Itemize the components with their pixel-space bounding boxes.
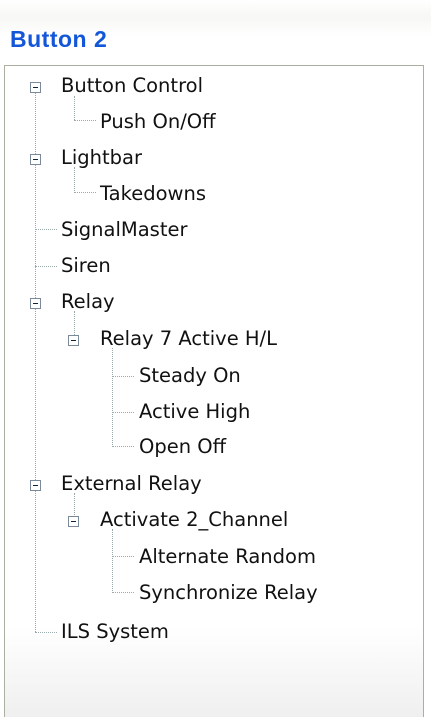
- tree-item-label: Siren: [61, 254, 111, 277]
- tree-item-relay7[interactable]: Relay 7 Active H/L: [5, 321, 405, 357]
- panel-title: Button 2: [10, 26, 108, 52]
- tree-item-label: Button Control: [61, 74, 204, 97]
- collapse-toggle-icon[interactable]: [30, 154, 41, 165]
- tree-item-button-control[interactable]: Button Control: [5, 68, 405, 104]
- tree-item-label: Relay: [61, 290, 115, 313]
- tree-item-label: External Relay: [61, 472, 202, 495]
- tree-item-label: Push On/Off: [100, 110, 216, 133]
- tree-item-label: Steady On: [139, 364, 241, 387]
- tree-item-label: Takedowns: [100, 182, 207, 205]
- tree-item-label: Open Off: [139, 435, 227, 458]
- collapse-toggle-icon[interactable]: [68, 335, 79, 346]
- tree-item-label: Active High: [139, 400, 251, 423]
- tree-item-label: Lightbar: [61, 146, 143, 169]
- collapse-toggle-icon[interactable]: [30, 298, 41, 309]
- tree-item-relay[interactable]: Relay: [5, 284, 405, 320]
- tree-item-alternate-random[interactable]: Alternate Random: [5, 539, 405, 575]
- tree-item-lightbar[interactable]: Lightbar: [5, 140, 405, 176]
- tree-item-label: Synchronize Relay: [139, 581, 318, 604]
- collapse-toggle-icon[interactable]: [30, 82, 41, 93]
- tree-item-siren[interactable]: Siren: [5, 248, 405, 284]
- tree-item-signalmaster[interactable]: SignalMaster: [5, 212, 405, 248]
- tree-panel: Button Control Push On/Off Lightbar Take…: [4, 65, 424, 717]
- tree-item-takedowns[interactable]: Takedowns: [5, 176, 405, 212]
- tree-item-external-relay[interactable]: External Relay: [5, 466, 405, 502]
- tree-item-label: ILS System: [61, 620, 169, 643]
- tree-item-active-high[interactable]: Active High: [5, 394, 405, 430]
- tree-item-push-on-off[interactable]: Push On/Off: [5, 104, 405, 140]
- tree-item-label: Relay 7 Active H/L: [100, 327, 277, 350]
- collapse-toggle-icon[interactable]: [68, 516, 79, 527]
- tree-item-steady-on[interactable]: Steady On: [5, 358, 405, 394]
- collapse-toggle-icon[interactable]: [30, 480, 41, 491]
- tree-item-label: Alternate Random: [139, 545, 316, 568]
- tree-item-label: Activate 2_Channel: [100, 508, 289, 531]
- tree-item-open-off[interactable]: Open Off: [5, 429, 405, 465]
- tree-item-activate-2-channel[interactable]: Activate 2_Channel: [5, 502, 405, 538]
- tree-item-ils-system[interactable]: ILS System: [5, 614, 405, 650]
- tree-item-label: SignalMaster: [61, 218, 188, 241]
- tree-item-synchronize-relay[interactable]: Synchronize Relay: [5, 575, 405, 611]
